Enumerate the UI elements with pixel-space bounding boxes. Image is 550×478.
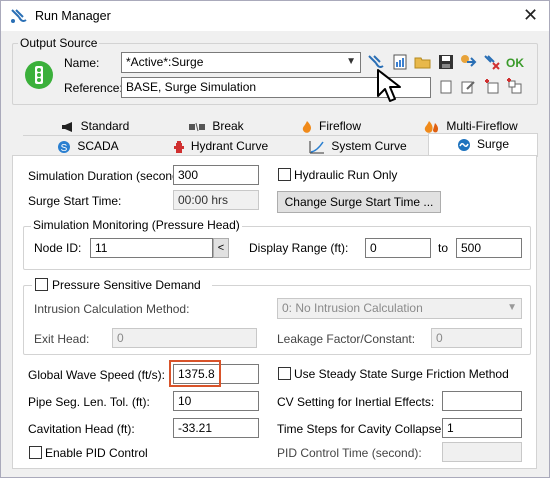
node-id-label: Node ID: bbox=[34, 241, 82, 255]
chevron-down-icon: ▼ bbox=[346, 56, 356, 67]
change-surge-start-button[interactable]: Change Surge Start Time ... bbox=[277, 191, 441, 213]
tab-fireflow[interactable]: Fireflow bbox=[291, 116, 371, 136]
name-value: *Active*:Surge bbox=[126, 55, 204, 69]
hydrant-icon bbox=[173, 140, 184, 153]
exit-head-label: Exit Head: bbox=[34, 332, 90, 346]
reference-label: Reference: bbox=[64, 81, 123, 95]
scada-icon: S bbox=[58, 140, 71, 154]
edit-icon[interactable] bbox=[459, 78, 477, 96]
tab-hydrant-curve-label: Hydrant Curve bbox=[190, 139, 269, 153]
reference-value: BASE, Surge Simulation bbox=[126, 80, 257, 94]
psd-checkbox[interactable] bbox=[35, 278, 48, 291]
intrusion-value: 0: No Intrusion Calculation bbox=[282, 301, 423, 315]
multi-flame-icon bbox=[425, 120, 439, 133]
delete-icon[interactable] bbox=[483, 53, 501, 71]
steady-friction-checkbox[interactable] bbox=[278, 367, 291, 380]
surge-start-label: Surge Start Time: bbox=[28, 194, 122, 208]
surge-start-input: 00:00 hrs bbox=[173, 190, 259, 210]
psd-label: Pressure Sensitive Demand bbox=[52, 278, 201, 292]
pid-time-input bbox=[442, 442, 522, 462]
node-id-input[interactable]: 11 bbox=[90, 238, 213, 258]
ok-button[interactable]: OK bbox=[506, 56, 524, 70]
tab-hydrant-curve[interactable]: Hydrant Curve bbox=[153, 135, 288, 156]
mouse-cursor-icon bbox=[377, 69, 401, 102]
tab-break-label: Break bbox=[212, 119, 244, 133]
sim-duration-input[interactable]: 300 bbox=[173, 165, 259, 185]
monitoring-group-label: Simulation Monitoring (Pressure Head) bbox=[31, 218, 242, 232]
sim-duration-label: Simulation Duration (second): bbox=[28, 169, 187, 183]
tab-multi-fireflow-label: Multi-Fireflow bbox=[446, 119, 518, 133]
pid-time-label: PID Control Time (second): bbox=[277, 446, 422, 460]
title-bar: Run Manager ✕ bbox=[1, 1, 549, 31]
run-manager-icon bbox=[11, 9, 27, 23]
tab-break[interactable]: Break bbox=[166, 116, 266, 136]
tab-scada[interactable]: S SCADA bbox=[23, 135, 153, 156]
new-child-icon[interactable] bbox=[506, 78, 524, 96]
flame-icon bbox=[302, 120, 311, 133]
run-manager-window: Run Manager ✕ Output Source Name: *Activ… bbox=[0, 0, 550, 478]
pipe-seg-label: Pipe Seg. Len. Tol. (ft): bbox=[28, 395, 150, 409]
leakage-input: 0 bbox=[431, 328, 522, 348]
intrusion-label: Intrusion Calculation Method: bbox=[34, 302, 190, 316]
leakage-label: Leakage Factor/Constant: bbox=[277, 332, 416, 346]
tab-surge-label: Surge bbox=[476, 137, 510, 151]
properties-icon[interactable] bbox=[459, 53, 477, 71]
system-curve-icon bbox=[309, 140, 325, 154]
close-button[interactable]: ✕ bbox=[523, 5, 538, 26]
traffic-light-icon bbox=[25, 61, 53, 89]
enable-pid-checkbox[interactable] bbox=[29, 446, 42, 459]
display-range-label: Display Range (ft): bbox=[249, 241, 349, 255]
hydraulic-run-only-label: Hydraulic Run Only bbox=[294, 168, 398, 182]
time-steps-label: Time Steps for Cavity Collapse: bbox=[277, 422, 445, 436]
cavitation-label: Cavitation Head (ft): bbox=[28, 422, 135, 436]
cv-setting-label: CV Setting for Inertial Effects: bbox=[277, 395, 435, 409]
cv-setting-input[interactable] bbox=[442, 391, 522, 411]
time-steps-input[interactable]: 1 bbox=[442, 418, 522, 438]
chevron-down-icon: ▼ bbox=[507, 302, 517, 313]
exit-head-input: 0 bbox=[112, 328, 257, 348]
intrusion-combo: 0: No Intrusion Calculation ▼ bbox=[277, 298, 522, 319]
new-icon[interactable] bbox=[483, 78, 501, 96]
tab-standard-label: Standard bbox=[80, 119, 130, 133]
surge-icon bbox=[457, 138, 470, 151]
range-to-input[interactable]: 500 bbox=[456, 238, 522, 258]
name-combo[interactable]: *Active*:Surge ▼ bbox=[121, 52, 361, 73]
pipe-break-icon bbox=[189, 122, 206, 131]
wave-speed-highlight bbox=[169, 360, 221, 387]
pipe-seg-input[interactable]: 10 bbox=[173, 391, 259, 411]
hydraulic-run-only-checkbox[interactable] bbox=[278, 168, 291, 181]
range-from-input[interactable]: 0 bbox=[365, 238, 431, 258]
tab-surge[interactable]: Surge bbox=[428, 133, 538, 157]
enable-pid-label: Enable PID Control bbox=[45, 446, 148, 460]
wave-speed-label: Global Wave Speed (ft/s): bbox=[28, 368, 165, 382]
tab-system-curve-label: System Curve bbox=[331, 139, 407, 153]
bullhorn-icon bbox=[61, 121, 72, 132]
tab-standard[interactable]: Standard bbox=[45, 116, 145, 136]
window-title: Run Manager bbox=[35, 9, 111, 23]
svg-text:S: S bbox=[61, 143, 68, 154]
tab-system-curve[interactable]: System Curve bbox=[288, 135, 428, 156]
save-icon[interactable] bbox=[437, 53, 455, 71]
name-label: Name: bbox=[64, 56, 100, 70]
tab-scada-label: SCADA bbox=[77, 139, 119, 153]
copy-icon[interactable] bbox=[437, 78, 455, 96]
tab-fireflow-label: Fireflow bbox=[318, 119, 361, 133]
steady-friction-label: Use Steady State Surge Friction Method bbox=[294, 367, 509, 381]
cavitation-input[interactable]: -33.21 bbox=[173, 418, 259, 438]
output-source-label: Output Source bbox=[18, 36, 100, 50]
open-folder-icon[interactable] bbox=[414, 53, 432, 71]
node-select-button[interactable]: < bbox=[213, 238, 229, 258]
range-to-label: to bbox=[438, 241, 449, 255]
